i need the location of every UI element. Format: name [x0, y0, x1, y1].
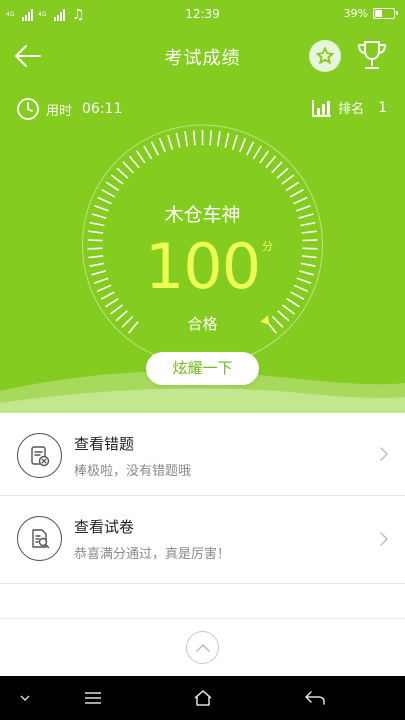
gauge-tick	[110, 174, 124, 185]
gauge-tick	[192, 130, 196, 146]
back-nav-button[interactable]	[300, 676, 330, 720]
gauge-tick	[150, 141, 160, 156]
gauge-tick	[143, 145, 153, 160]
exam-paper-icon	[17, 516, 62, 561]
wrong-questions-icon	[17, 433, 62, 478]
row-subtitle: 棒极啦，没有错题哦	[74, 464, 192, 479]
row-title: 查看试卷	[74, 518, 135, 536]
gauge-tick	[128, 155, 140, 169]
chevron-right-icon	[380, 447, 388, 461]
gauge-tick	[231, 135, 238, 150]
home-icon	[194, 690, 212, 706]
row-subtitle: 恭喜满分通过，真是厉害！	[74, 547, 231, 562]
home-button[interactable]	[188, 676, 218, 720]
gauge-tick	[245, 141, 255, 156]
gauge-tick	[224, 132, 230, 148]
gauge-tick	[135, 150, 146, 164]
gauge-tick	[281, 174, 295, 185]
gauge-tick	[259, 150, 270, 164]
gauge-tick	[252, 145, 262, 160]
chevron-up-icon	[195, 643, 210, 652]
pass-status: 合格	[187, 315, 218, 333]
gauge-tick	[105, 181, 120, 192]
gauge-tick	[239, 138, 247, 153]
view-exam-paper-row[interactable]: 查看试卷 恭喜满分通过，真是厉害！	[0, 496, 405, 584]
gauge-tick	[116, 167, 129, 179]
view-wrong-questions-row[interactable]: 查看错题 棒极啦，没有错题哦	[0, 413, 405, 496]
share-button[interactable]: 炫耀一下	[146, 352, 259, 385]
expand-up-button[interactable]	[186, 631, 219, 664]
return-icon	[305, 691, 325, 705]
system-navigation-bar	[0, 676, 405, 720]
user-name: 木仓车神	[164, 204, 241, 226]
score-unit: 分	[262, 240, 273, 253]
gauge-tick	[271, 161, 283, 174]
hide-nav-button[interactable]	[10, 676, 40, 720]
gauge-tick	[285, 181, 300, 192]
gauge-tick	[167, 135, 174, 150]
gauge-tick	[122, 161, 134, 174]
score-value: 100	[144, 230, 261, 303]
menu-icon	[85, 692, 101, 704]
gauge-tick	[184, 131, 189, 147]
chevron-right-icon	[380, 532, 388, 546]
gauge-tick	[158, 138, 166, 153]
action-list: 查看错题 棒极啦，没有错题哦 查看试卷 恭喜满分通过，真是厉害！	[0, 413, 405, 584]
bottom-area	[0, 618, 405, 676]
menu-button[interactable]	[78, 676, 108, 720]
gauge-tick	[216, 131, 221, 147]
gauge-tick	[175, 132, 181, 148]
row-title: 查看错题	[74, 435, 135, 453]
gauge-tick	[276, 167, 289, 179]
chevron-down-icon	[20, 695, 30, 701]
gauge-tick	[265, 155, 277, 169]
gauge-tick	[289, 188, 304, 198]
gauge-tick	[101, 188, 116, 198]
result-hero: 4G 4G ♫ 12:39 39% 考试成绩 用时 06:11 排名 1 木仓车…	[0, 0, 405, 413]
gauge-tick	[209, 130, 213, 146]
